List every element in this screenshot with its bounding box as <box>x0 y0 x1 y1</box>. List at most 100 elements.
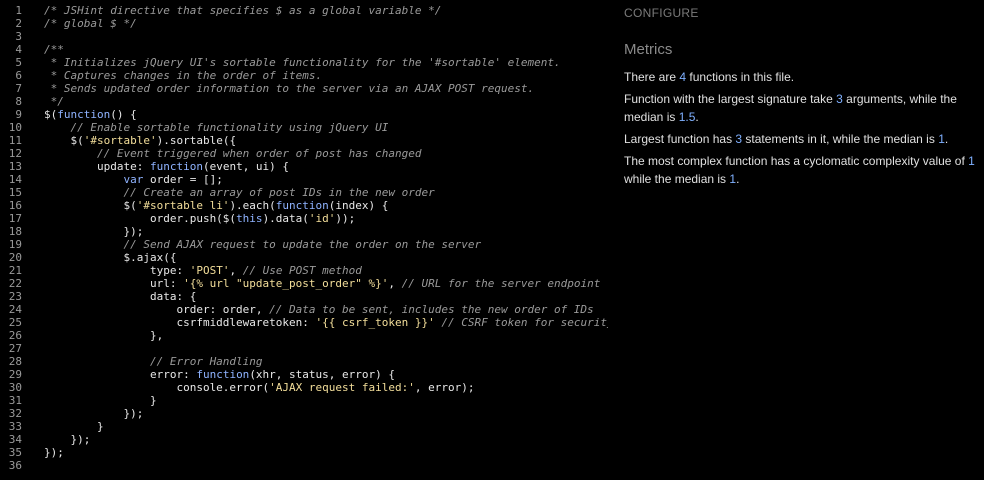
metric-text: functions in this file. <box>686 70 795 84</box>
code-line[interactable]: 29 error: function(xhr, status, error) { <box>0 368 608 381</box>
metrics-summary: There are 4 functions in this file. Func… <box>624 68 980 192</box>
code-line[interactable]: 31 } <box>0 394 608 407</box>
code-line[interactable]: 14 var order = []; <box>0 173 608 186</box>
line-number: 28 <box>8 355 22 368</box>
code-line[interactable]: 11 $('#sortable').sortable({ <box>0 134 608 147</box>
line-number: 31 <box>8 394 22 407</box>
line-number: 20 <box>8 251 22 264</box>
line-number: 7 <box>15 82 22 95</box>
configure-link[interactable]: CONFIGURE <box>624 6 699 20</box>
code-line[interactable]: 32 }); <box>0 407 608 420</box>
code-line[interactable]: 33 } <box>0 420 608 433</box>
code-line[interactable]: 5 * Initializes jQuery UI's sortable fun… <box>0 56 608 69</box>
line-number: 35 <box>8 446 22 459</box>
code-text: /* JSHint directive that specifies $ as … <box>44 4 608 17</box>
metric-value: 1 <box>938 132 945 146</box>
code-token: // Create an array of post IDs in the ne… <box>44 186 435 199</box>
code-editor[interactable]: 1 /* JSHint directive that specifies $ as… <box>0 0 608 480</box>
code-line[interactable]: 27 <box>0 342 608 355</box>
code-line[interactable]: 1 /* JSHint directive that specifies $ as… <box>0 4 608 17</box>
code-token: // URL for the server endpoint <box>401 277 601 290</box>
code-text: url: '{% url "update_post_order" %}', //… <box>44 277 608 290</box>
code-token: var <box>123 173 144 186</box>
code-text: type: 'POST', // Use POST method <box>44 264 608 277</box>
code-line[interactable]: 12 // Event triggered when order of post… <box>0 147 608 160</box>
code-text: // Create an array of post IDs in the ne… <box>44 186 608 199</box>
code-text: order.push($(this).data('id')); <box>44 212 608 225</box>
code-token: data: { <box>44 290 197 303</box>
code-line[interactable]: 6 * Captures changes in the order of ite… <box>0 69 608 82</box>
code-line[interactable]: 22 url: '{% url "update_post_order" %}',… <box>0 277 608 290</box>
code-token: function <box>275 199 329 212</box>
line-number: 6 <box>15 69 22 82</box>
code-line[interactable]: 25 csrfmiddlewaretoken: '{{ csrf_token }… <box>0 316 608 329</box>
code-token: ).data( <box>262 212 309 225</box>
code-token: , <box>229 264 243 277</box>
code-text: * Captures changes in the order of items… <box>44 69 608 82</box>
metrics-heading: Metrics <box>624 41 673 58</box>
code-line[interactable]: 15 // Create an array of post IDs in the… <box>0 186 608 199</box>
metric-value: 1 <box>968 154 975 168</box>
metric-value: 1.5 <box>678 110 696 124</box>
code-token: // Enable sortable functionality using j… <box>44 121 389 134</box>
code-line[interactable]: 7 * Sends updated order information to t… <box>0 82 608 95</box>
code-line[interactable]: 36 <box>0 459 608 472</box>
code-line[interactable]: 24 order: order, // Data to be sent, inc… <box>0 303 608 316</box>
code-line[interactable]: 35}); <box>0 446 608 459</box>
line-number: 32 <box>8 407 22 420</box>
line-number: 29 <box>8 368 22 381</box>
metric-value: 3 <box>836 92 843 106</box>
code-text: // Event triggered when order of post ha… <box>44 147 608 160</box>
code-line[interactable]: 16 $('#sortable li').each(function(index… <box>0 199 608 212</box>
code-line[interactable]: 3 <box>0 30 608 43</box>
code-token: } <box>44 394 157 407</box>
code-token: $( <box>44 199 137 212</box>
line-number: 4 <box>15 43 22 56</box>
code-line[interactable]: 10 // Enable sortable functionality usin… <box>0 121 608 134</box>
code-token: function <box>149 160 203 173</box>
line-number: 25 <box>8 316 22 329</box>
code-token: 'AJAX request failed:' <box>269 381 415 394</box>
line-number: 30 <box>8 381 22 394</box>
metric-text: There are <box>624 70 680 84</box>
code-line[interactable]: 28 // Error Handling <box>0 355 608 368</box>
code-line[interactable]: 19 // Send AJAX request to update the or… <box>0 238 608 251</box>
code-line[interactable]: 8 */ <box>0 95 608 108</box>
code-token: '#sortable' <box>83 134 157 147</box>
code-token: function <box>196 368 250 381</box>
code-token: type: <box>44 264 190 277</box>
line-number: 36 <box>8 459 22 472</box>
code-line[interactable]: 20 $.ajax({ <box>0 251 608 264</box>
code-line[interactable]: 26 }, <box>0 329 608 342</box>
code-line[interactable]: 30 console.error('AJAX request failed:',… <box>0 381 608 394</box>
code-line[interactable]: 13 update: function(event, ui) { <box>0 160 608 173</box>
code-token: } <box>44 420 104 433</box>
code-token: }); <box>44 225 144 238</box>
code-line[interactable]: 4 /** <box>0 43 608 56</box>
code-token: // Error Handling <box>44 355 263 368</box>
code-token: // Send AJAX request to update the order… <box>44 238 482 251</box>
code-line[interactable]: 9 $(function() { <box>0 108 608 121</box>
code-line[interactable]: 21 type: 'POST', // Use POST method <box>0 264 608 277</box>
code-token: }); <box>44 446 64 459</box>
code-token: console.error( <box>44 381 270 394</box>
code-token: $( <box>44 108 58 121</box>
code-token: order.push($( <box>44 212 237 225</box>
code-token: }); <box>44 433 91 446</box>
code-text: }); <box>44 225 608 238</box>
code-text: /** <box>44 43 608 56</box>
code-line[interactable]: 17 order.push($(this).data('id')); <box>0 212 608 225</box>
code-text: error: function(xhr, status, error) { <box>44 368 608 381</box>
code-line[interactable]: 2 /* global $ */ <box>0 17 608 30</box>
line-number: 21 <box>8 264 22 277</box>
code-token: 'POST' <box>189 264 230 277</box>
code-line[interactable]: 34 }); <box>0 433 608 446</box>
code-token: * Sends updated order information to the… <box>44 82 535 95</box>
code-line[interactable]: 23 data: { <box>0 290 608 303</box>
metrics-panel: CONFIGURE Metrics There are 4 functions … <box>624 0 980 480</box>
metric-text: . <box>944 132 949 146</box>
code-line[interactable]: 18 }); <box>0 225 608 238</box>
code-token: , <box>388 277 402 290</box>
line-number: 8 <box>15 95 22 108</box>
code-text: } <box>44 420 608 433</box>
